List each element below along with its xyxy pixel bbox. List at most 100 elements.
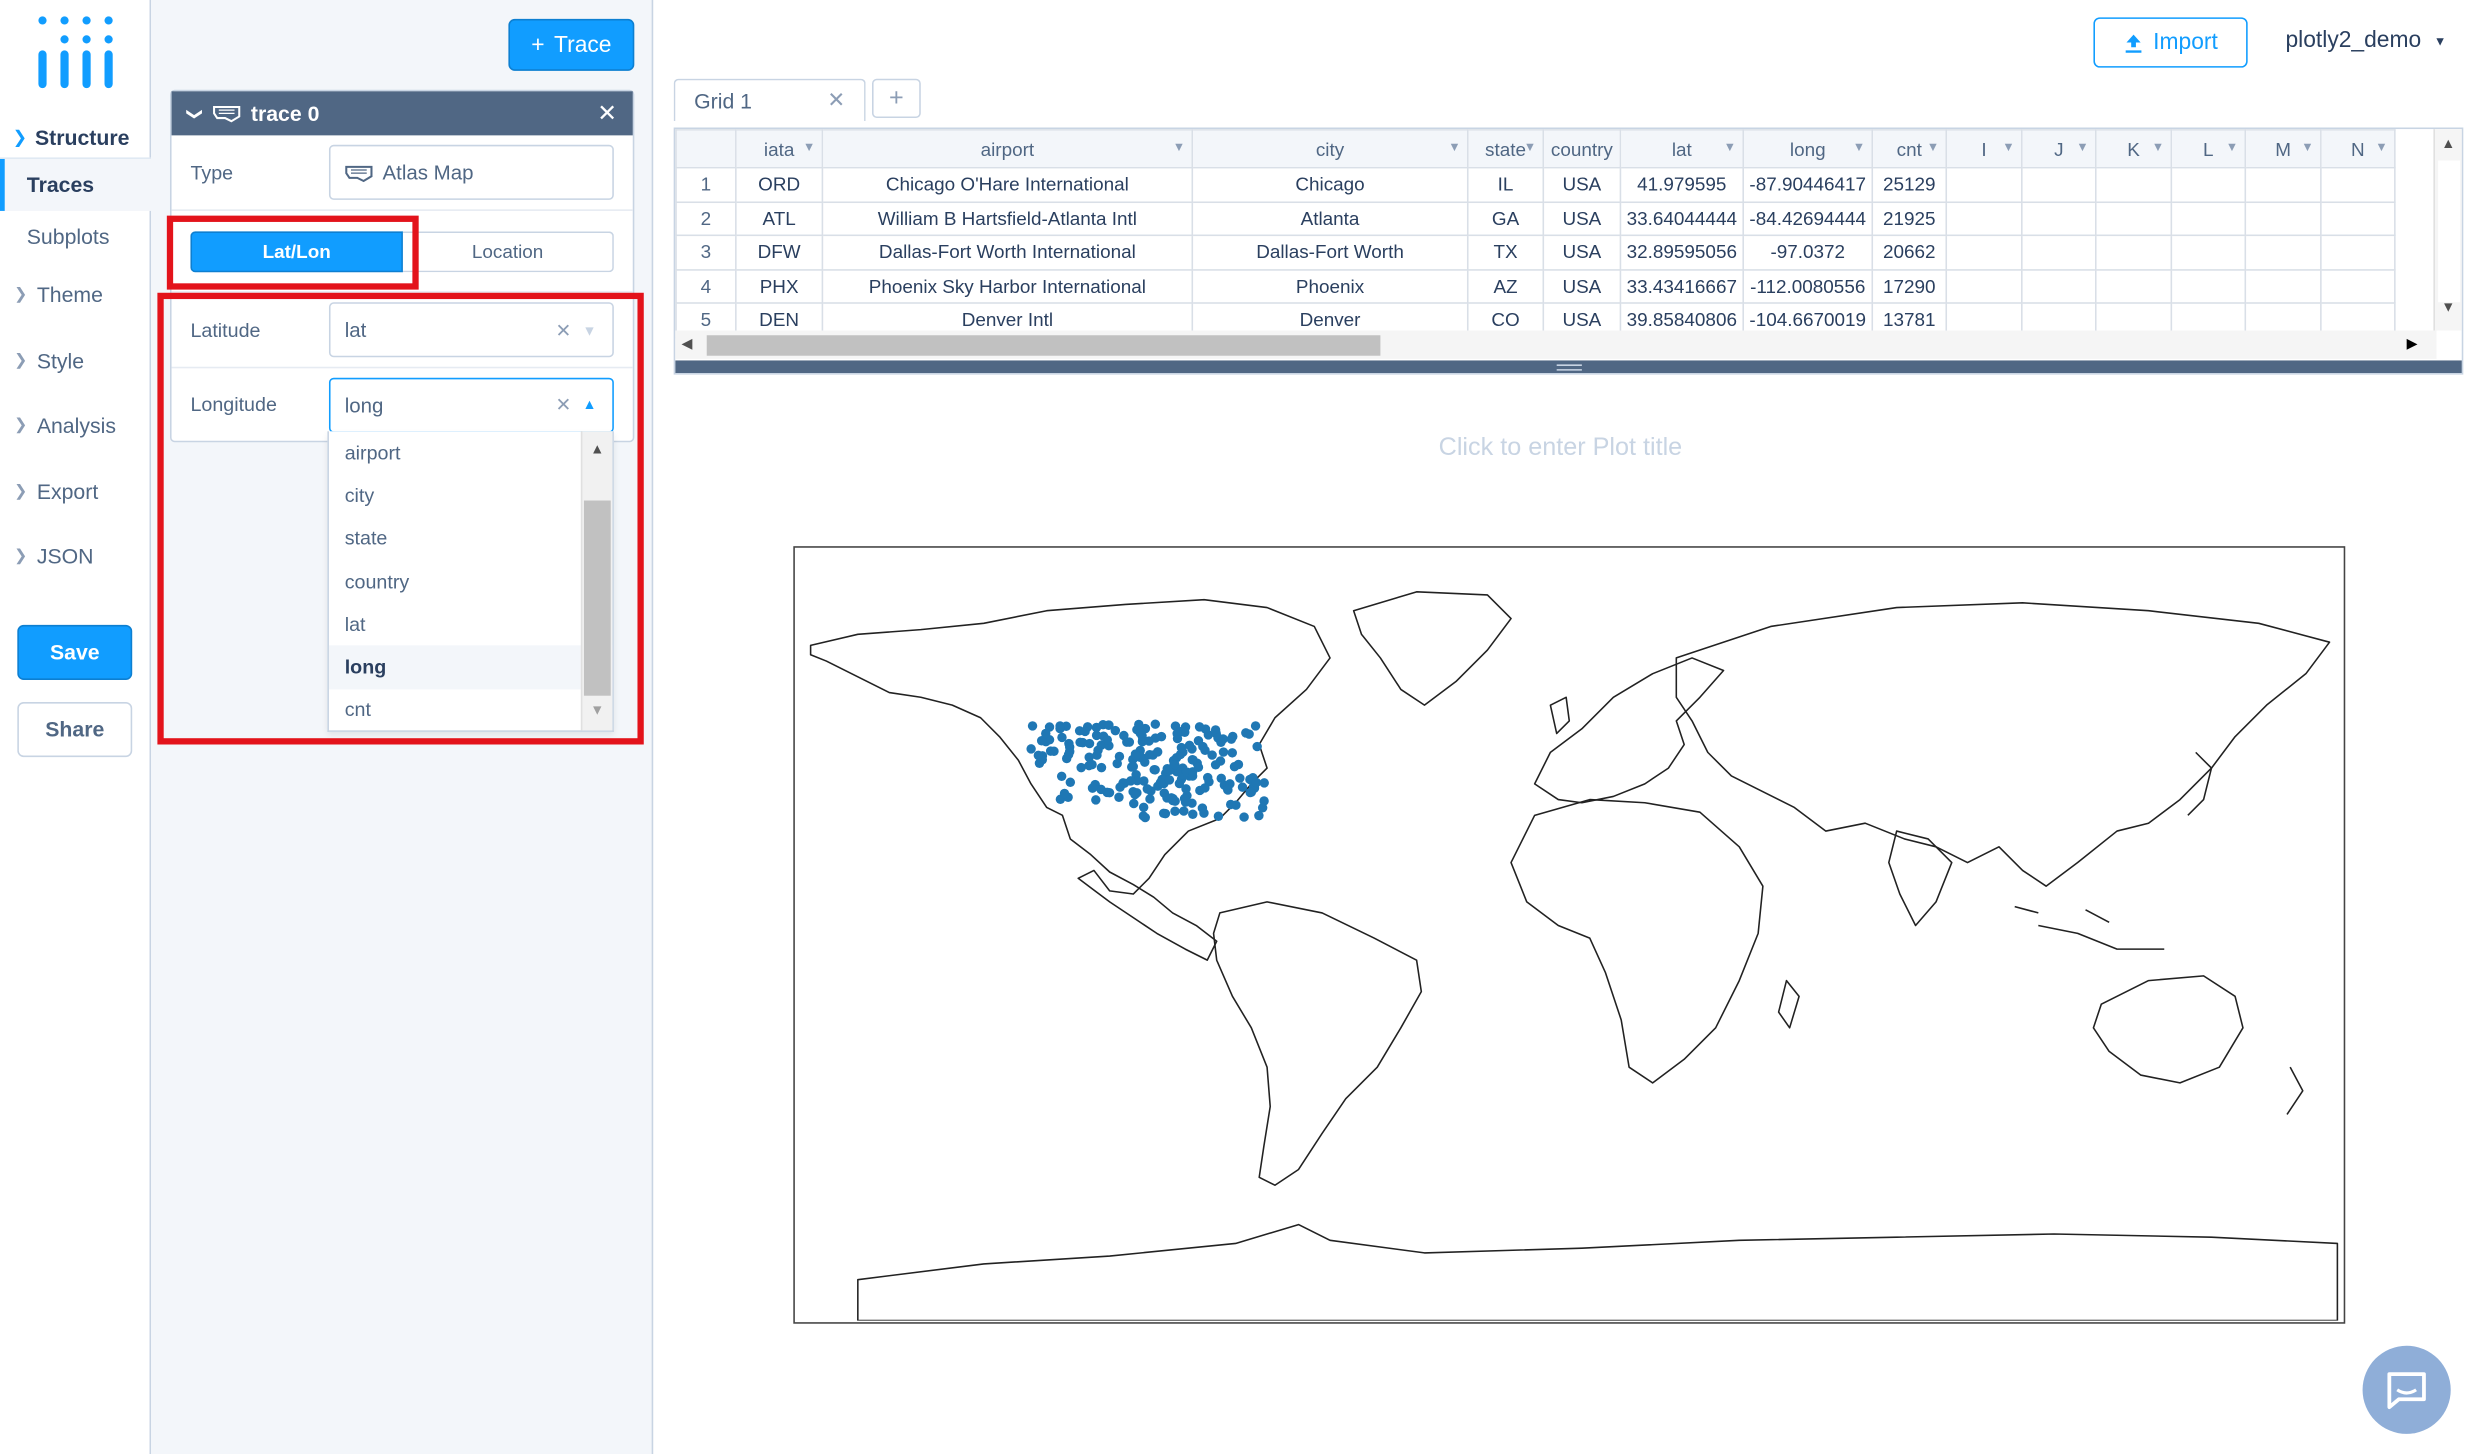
add-trace-button[interactable]: + Trace (508, 18, 635, 71)
table-cell[interactable] (2021, 166, 2097, 203)
airport-marker[interactable] (1115, 782, 1125, 792)
airport-marker[interactable] (1102, 735, 1113, 745)
table-cell[interactable] (2320, 200, 2396, 237)
column-menu-icon[interactable]: ▼ (803, 140, 815, 154)
airport-marker[interactable] (1139, 776, 1149, 786)
airport-marker[interactable] (1056, 771, 1067, 782)
table-cell[interactable]: -87.90446417 (1742, 166, 1874, 203)
column-header[interactable]: iata ▼ (735, 129, 824, 169)
airport-marker[interactable] (1170, 759, 1180, 770)
column-header[interactable]: L ▼ (2170, 129, 2247, 169)
airport-marker[interactable] (1213, 811, 1224, 821)
scroll-left-icon[interactable]: ◀ (682, 335, 693, 352)
airport-marker[interactable] (1172, 728, 1182, 739)
table-cell[interactable] (2094, 166, 2173, 203)
table-cell[interactable]: -112.0080556 (1742, 268, 1874, 304)
row-number[interactable]: 3 (675, 234, 737, 270)
option-airport[interactable]: airport (329, 431, 612, 474)
table-cell[interactable] (1945, 166, 2023, 203)
table-cell[interactable] (1945, 234, 2023, 270)
table-cell[interactable]: 32.89595056 (1619, 234, 1744, 270)
table-cell[interactable] (2244, 166, 2322, 203)
nav-subplots[interactable]: Subplots (0, 211, 151, 263)
scroll-down-icon[interactable]: ▼ (590, 702, 604, 718)
table-cell[interactable]: 33.43416667 (1619, 268, 1744, 304)
table-cell[interactable] (2320, 234, 2396, 270)
scroll-right-icon[interactable]: ▶ (2407, 335, 2418, 352)
airport-marker[interactable] (1064, 742, 1075, 752)
airport-marker[interactable] (1179, 793, 1190, 804)
column-menu-icon[interactable]: ▼ (1853, 140, 1865, 154)
caret-down-icon[interactable]: ▼ (583, 322, 597, 338)
table-cell[interactable] (2170, 166, 2247, 203)
airport-marker[interactable] (1188, 809, 1198, 819)
table-cell[interactable] (2170, 268, 2247, 304)
table-row[interactable]: 2 ATL William B Hartsfield-Atlanta Intl Atl… (675, 200, 2396, 237)
grid-horizontal-scrollbar[interactable]: ◀ ▶ (675, 330, 2437, 359)
table-cell[interactable]: 41.979595 (1619, 166, 1744, 203)
airport-marker[interactable] (1207, 750, 1217, 760)
nav-theme[interactable]: ❯ Theme (0, 263, 151, 328)
option-cnt[interactable]: cnt (329, 689, 612, 732)
airport-marker[interactable] (1216, 737, 1226, 748)
airport-marker[interactable] (1149, 764, 1159, 775)
airport-marker[interactable] (1225, 799, 1236, 810)
close-icon[interactable]: ✕ (597, 99, 617, 128)
airport-marker[interactable] (1145, 794, 1155, 804)
column-header[interactable]: long ▼ (1742, 129, 1874, 169)
table-cell[interactable] (2170, 234, 2247, 270)
column-header[interactable]: J ▼ (2021, 129, 2097, 169)
table-cell[interactable] (2320, 166, 2396, 203)
table-cell[interactable]: William B Hartsfield-Atlanta Intl (821, 200, 1194, 237)
airport-marker[interactable] (1096, 762, 1107, 773)
table-cell[interactable]: 17290 (1871, 268, 1948, 304)
airport-marker[interactable] (1198, 741, 1208, 752)
column-menu-icon[interactable]: ▼ (1448, 140, 1460, 154)
airport-marker[interactable] (1241, 728, 1251, 738)
table-cell[interactable] (2170, 200, 2247, 237)
airport-marker[interactable] (1235, 773, 1245, 783)
clear-icon[interactable]: ✕ (556, 319, 572, 341)
airport-marker[interactable] (1216, 773, 1226, 784)
airport-marker[interactable] (1033, 750, 1044, 761)
grid-vertical-scrollbar[interactable]: ▲ ▼ (2433, 129, 2462, 331)
column-menu-icon[interactable]: ▼ (2301, 140, 2313, 154)
airport-marker[interactable] (1076, 762, 1086, 773)
table-cell[interactable]: 25129 (1871, 166, 1948, 203)
option-lat[interactable]: lat (329, 603, 612, 646)
table-cell[interactable]: ORD (735, 166, 824, 203)
table-cell[interactable]: Phoenix Sky Harbor International (821, 268, 1194, 304)
airport-marker[interactable] (1194, 722, 1205, 732)
airport-marker[interactable] (1150, 719, 1161, 729)
airport-marker[interactable] (1250, 721, 1261, 731)
airport-marker[interactable] (1227, 748, 1238, 758)
table-cell[interactable] (2094, 234, 2173, 270)
table-cell[interactable]: PHX (735, 268, 824, 304)
airport-marker[interactable] (1222, 784, 1233, 795)
scroll-down-icon[interactable]: ▼ (2441, 299, 2455, 315)
airport-marker[interactable] (1049, 746, 1059, 756)
airport-marker[interactable] (1233, 759, 1244, 770)
plot-area[interactable] (793, 546, 2346, 1324)
airport-marker[interactable] (1104, 787, 1115, 798)
column-menu-icon[interactable]: ▼ (1724, 140, 1736, 154)
table-cell[interactable]: Dallas-Fort Worth International (821, 234, 1194, 270)
table-row[interactable]: 3 DFW Dallas-Fort Worth International Dalla… (675, 234, 2396, 270)
airport-marker[interactable] (1170, 806, 1180, 816)
table-cell[interactable] (2021, 268, 2097, 304)
column-header[interactable]: state ▼ (1466, 129, 1545, 169)
nav-traces[interactable]: Traces (0, 158, 152, 211)
table-row[interactable]: 1 ORD Chicago O'Hare International Chicago I… (675, 166, 2396, 203)
table-cell[interactable]: Chicago (1191, 166, 1469, 203)
close-icon[interactable]: ✕ (827, 88, 845, 113)
column-menu-icon[interactable]: ▼ (2375, 140, 2387, 154)
table-cell[interactable] (2244, 268, 2322, 304)
table-cell[interactable] (2244, 200, 2322, 237)
tab-grid-1[interactable]: Grid 1 ✕ (673, 78, 866, 122)
airport-marker[interactable] (1091, 795, 1101, 805)
option-long[interactable]: long (328, 646, 613, 690)
row-number[interactable]: 4 (675, 268, 737, 304)
table-cell[interactable] (2021, 200, 2097, 237)
airport-marker[interactable] (1027, 721, 1038, 731)
table-cell[interactable]: Atlanta (1191, 200, 1469, 237)
